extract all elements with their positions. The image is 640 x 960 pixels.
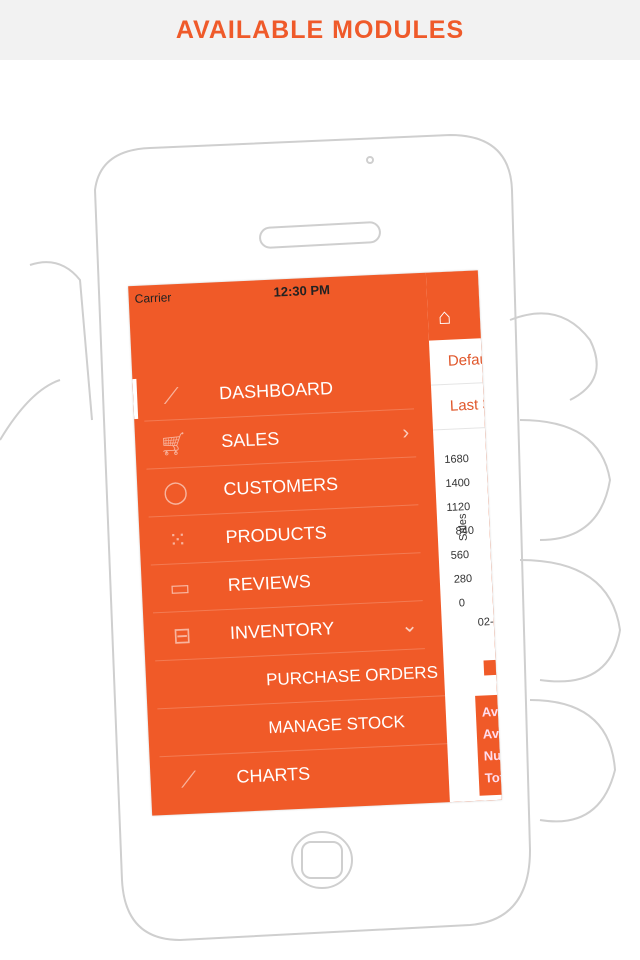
menu-label: PURCHASE ORDERS <box>265 662 439 689</box>
inbox-icon: ⊟ <box>172 622 192 649</box>
menu-label: SALES <box>220 428 280 452</box>
y-tick: 1680 <box>444 452 470 467</box>
store-selector[interactable]: Defau <box>428 338 488 386</box>
line-chart-icon: ⟋ <box>180 766 197 792</box>
menu-label: MANAGE STOCK <box>267 711 406 737</box>
menu-label: REVIEWS <box>227 571 312 595</box>
cart-icon: 🛒︎ <box>158 430 188 457</box>
y-tick: 0 <box>458 597 466 610</box>
grid-icon: ⁙ <box>167 526 188 553</box>
menu-label: CHARTS <box>236 763 311 787</box>
chevron-down-icon: ⌄ <box>400 614 419 638</box>
chevron-right-icon: › <box>401 421 410 444</box>
panel-header: ⌂ <box>425 270 481 341</box>
range-selector[interactable]: Last 3 <box>430 383 491 431</box>
y-tick: 840 <box>455 524 475 538</box>
y-tick: 280 <box>453 572 473 586</box>
y-tick: 1120 <box>446 500 471 514</box>
y-tick: 1400 <box>445 476 471 491</box>
summary-line: Numb <box>483 746 502 764</box>
app-logo-icon: ⌂ <box>437 303 452 330</box>
line-chart-icon: ⟋ <box>162 382 180 409</box>
x-tick: 02- <box>477 615 494 629</box>
menu-label: CUSTOMERS <box>223 473 339 500</box>
side-menu: ⟋ DASHBOARD 🛒︎ SALES › ◯ CUSTOMERS ⁙ PRODUCTS… <box>128 273 502 816</box>
chat-icon: ▭ <box>168 574 191 601</box>
selected-indicator <box>132 378 139 420</box>
menu-label: INVENTORY <box>229 618 335 643</box>
y-tick: 560 <box>450 549 470 562</box>
summary-line: Total <box>484 769 502 786</box>
phone-screen: Carrier 12:30 PM ⟋ DASHBOARD 🛒︎ SALES › ◯ CU… <box>128 270 502 816</box>
menu-label: DASHBOARD <box>218 378 334 404</box>
user-icon: ◯ <box>162 478 189 505</box>
menu-label: PRODUCTS <box>225 522 328 548</box>
